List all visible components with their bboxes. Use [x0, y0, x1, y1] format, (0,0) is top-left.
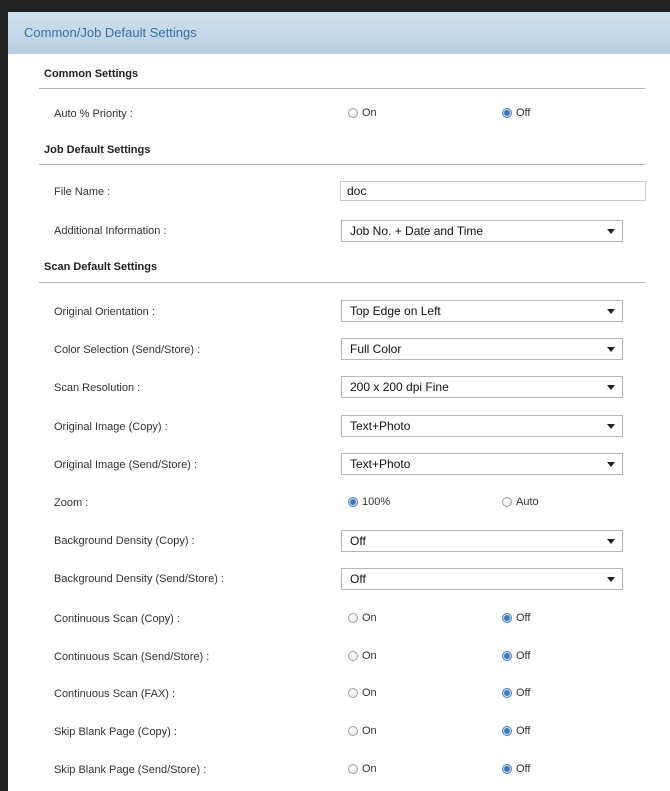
skip-blank-page-copy-off-radio[interactable]: Off: [502, 725, 530, 737]
zoom-label: Zoom :: [54, 497, 89, 509]
continuous-scan-send-label: Continuous Scan (Send/Store) :: [54, 651, 210, 663]
radio-checked-icon: [348, 497, 358, 507]
background-density-send-select[interactable]: Off: [341, 568, 623, 590]
original-image-copy-label: Original Image (Copy) :: [54, 421, 168, 433]
continuous-scan-copy-on-radio[interactable]: On: [348, 612, 377, 624]
radio-icon: [348, 688, 358, 698]
select-value: Text+Photo: [350, 457, 411, 471]
chevron-down-icon: [607, 309, 615, 314]
select-value: Job No. + Date and Time: [350, 224, 484, 238]
radio-label: Off: [516, 687, 531, 699]
radio-label: Off: [516, 612, 531, 624]
divider: [39, 282, 645, 283]
chevron-down-icon: [607, 229, 615, 234]
continuous-scan-send-on-radio[interactable]: On: [348, 650, 377, 662]
skip-blank-page-copy-label: Skip Blank Page (Copy) :: [54, 726, 177, 738]
radio-checked-icon: [502, 613, 512, 623]
additional-information-select[interactable]: Job No. + Date and Time: [341, 220, 623, 242]
background-density-copy-select[interactable]: Off: [341, 530, 623, 552]
select-value: Full Color: [350, 342, 402, 356]
color-selection-select[interactable]: Full Color: [341, 338, 623, 360]
continuous-scan-copy-off-radio[interactable]: Off: [502, 612, 530, 624]
original-orientation-select[interactable]: Top Edge on Left: [341, 300, 623, 322]
radio-label: 100%: [362, 496, 391, 508]
scan-resolution-select[interactable]: 200 x 200 dpi Fine: [341, 376, 623, 398]
section-scan-default-settings: Scan Default Settings: [44, 261, 158, 273]
settings-frame: Common/Job Default Settings Common Setti…: [8, 12, 670, 791]
chevron-down-icon: [607, 347, 615, 352]
chevron-down-icon: [607, 424, 615, 429]
radio-icon: [502, 497, 512, 507]
chevron-down-icon: [607, 577, 615, 582]
radio-icon: [348, 764, 358, 774]
continuous-scan-copy-label: Continuous Scan (Copy) :: [54, 613, 180, 625]
additional-information-label: Additional Information :: [54, 225, 167, 237]
radio-label: On: [362, 107, 377, 119]
divider: [39, 164, 645, 165]
continuous-scan-fax-off-radio[interactable]: Off: [502, 687, 530, 699]
skip-blank-page-send-label: Skip Blank Page (Send/Store) :: [54, 764, 207, 776]
radio-icon: [348, 726, 358, 736]
zoom-100-radio[interactable]: 100%: [348, 496, 390, 508]
radio-checked-icon: [502, 651, 512, 661]
chevron-down-icon: [607, 462, 615, 467]
chevron-down-icon: [607, 385, 615, 390]
radio-icon: [348, 613, 358, 623]
color-selection-label: Color Selection (Send/Store) :: [54, 344, 201, 356]
original-image-copy-select[interactable]: Text+Photo: [341, 415, 623, 437]
background-density-send-label: Background Density (Send/Store) :: [54, 573, 224, 585]
section-common-settings: Common Settings: [44, 68, 139, 80]
section-job-default-settings: Job Default Settings: [44, 144, 151, 156]
original-image-send-label: Original Image (Send/Store) :: [54, 459, 198, 471]
radio-label: Auto: [516, 496, 539, 508]
continuous-scan-fax-on-radio[interactable]: On: [348, 687, 377, 699]
chevron-down-icon: [607, 539, 615, 544]
auto-priority-on-radio[interactable]: On: [348, 107, 377, 119]
radio-label: Off: [516, 763, 531, 775]
panel-title: Common/Job Default Settings: [24, 25, 197, 40]
radio-label: On: [362, 763, 377, 775]
select-value: Off: [350, 572, 366, 586]
radio-checked-icon: [502, 726, 512, 736]
radio-checked-icon: [502, 108, 512, 118]
auto-priority-label: Auto % Priority :: [54, 108, 133, 120]
skip-blank-page-send-on-radio[interactable]: On: [348, 763, 377, 775]
radio-label: Off: [516, 650, 531, 662]
continuous-scan-send-off-radio[interactable]: Off: [502, 650, 530, 662]
radio-icon: [348, 651, 358, 661]
original-orientation-label: Original Orientation :: [54, 306, 155, 318]
scan-resolution-label: Scan Resolution :: [54, 382, 141, 394]
divider: [39, 88, 645, 89]
select-value: 200 x 200 dpi Fine: [350, 380, 449, 394]
skip-blank-page-copy-on-radio[interactable]: On: [348, 725, 377, 737]
panel-header: Common/Job Default Settings: [8, 12, 670, 54]
continuous-scan-fax-label: Continuous Scan (FAX) :: [54, 688, 176, 700]
radio-label: Off: [516, 725, 531, 737]
file-name-input[interactable]: [340, 181, 646, 201]
select-value: Off: [350, 534, 366, 548]
radio-label: On: [362, 612, 377, 624]
original-image-send-select[interactable]: Text+Photo: [341, 453, 623, 475]
radio-label: On: [362, 687, 377, 699]
radio-label: On: [362, 650, 377, 662]
radio-icon: [348, 108, 358, 118]
select-value: Text+Photo: [350, 419, 411, 433]
radio-checked-icon: [502, 764, 512, 774]
auto-priority-off-radio[interactable]: Off: [502, 107, 530, 119]
zoom-auto-radio[interactable]: Auto: [502, 496, 539, 508]
radio-label: On: [362, 725, 377, 737]
radio-checked-icon: [502, 688, 512, 698]
background-density-copy-label: Background Density (Copy) :: [54, 535, 195, 547]
select-value: Top Edge on Left: [350, 304, 441, 318]
file-name-label: File Name :: [54, 186, 111, 198]
radio-label: Off: [516, 107, 531, 119]
skip-blank-page-send-off-radio[interactable]: Off: [502, 763, 530, 775]
